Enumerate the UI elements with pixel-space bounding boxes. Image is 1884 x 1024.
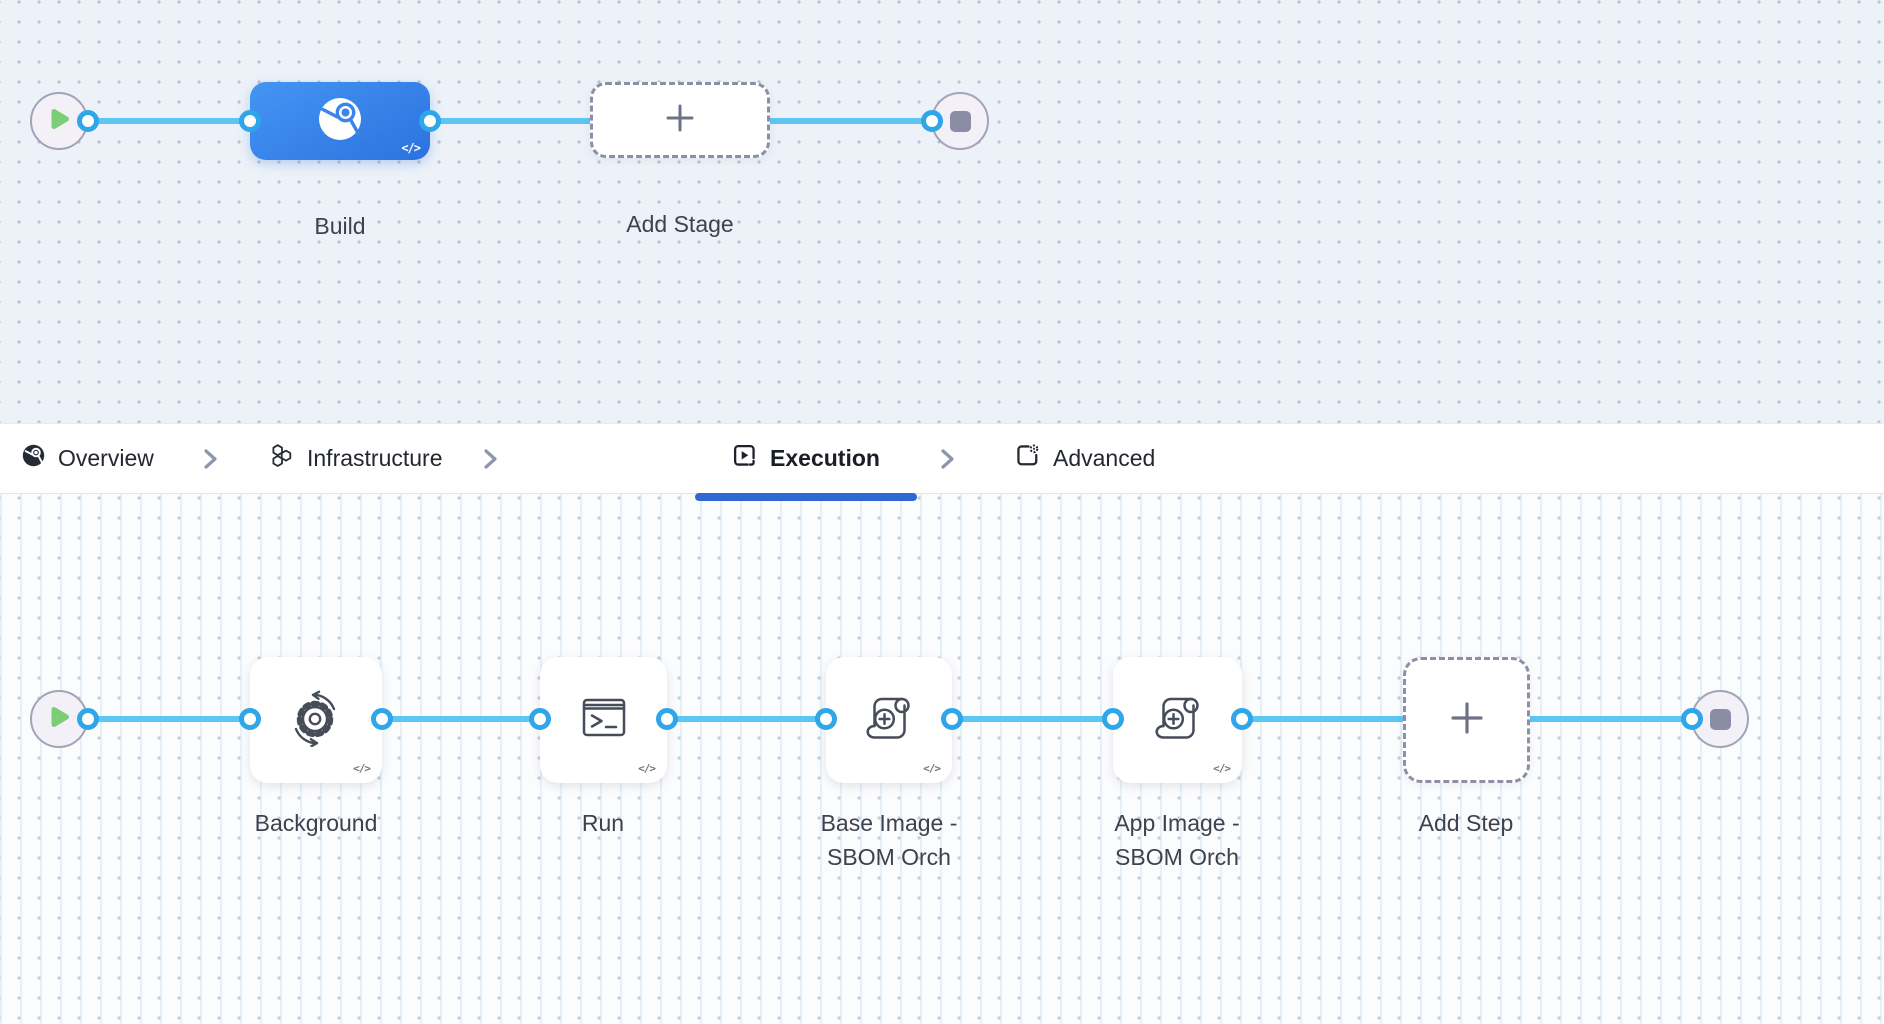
tab-overview[interactable]: Overview <box>22 424 154 493</box>
add-step-label: Add Step <box>1418 810 1514 836</box>
play-square-icon <box>732 443 757 474</box>
step-in-port[interactable] <box>1102 708 1124 730</box>
build-stage-node[interactable]: </> <box>250 82 430 160</box>
plus-icon <box>1448 699 1486 742</box>
tab-label: Infrastructure <box>307 445 443 471</box>
tab-label: Advanced <box>1053 445 1156 471</box>
ci-build-icon <box>315 94 365 149</box>
step-node-base-image-sbom[interactable]: </> <box>826 657 952 783</box>
tab-advanced[interactable]: Advanced <box>1015 424 1155 493</box>
plus-icon <box>664 102 696 139</box>
step-node-background[interactable]: </> <box>250 657 382 783</box>
chevron-right-icon <box>940 424 956 493</box>
stop-icon <box>1709 708 1731 730</box>
active-tab-underline <box>695 493 917 501</box>
step-out-port[interactable] <box>371 708 393 730</box>
tab-label: Overview <box>58 445 154 471</box>
tab-execution[interactable]: Execution <box>695 424 917 501</box>
step-label-run: Run <box>581 810 625 836</box>
stage-config-tab-bar: Overview Infrastructure Execution Advanc… <box>0 423 1884 501</box>
play-icon <box>46 106 72 137</box>
build-in-port[interactable] <box>239 110 261 132</box>
code-icon[interactable]: </> <box>353 762 371 775</box>
add-stage-label: Add Stage <box>626 211 734 237</box>
stage-pipeline-canvas[interactable]: </> Build Add Stage <box>0 0 1884 423</box>
step-node-app-image-sbom[interactable]: </> <box>1113 657 1242 783</box>
step-out-port[interactable] <box>656 708 678 730</box>
step-in-port[interactable] <box>239 708 261 730</box>
hexagons-icon <box>269 443 294 474</box>
code-icon[interactable]: </> <box>923 762 941 775</box>
stage-edge <box>88 118 932 124</box>
step-label-app-image-sbom: App Image - SBOM Orch <box>1114 810 1240 870</box>
step-in-port[interactable] <box>815 708 837 730</box>
code-icon[interactable]: </> <box>401 141 421 155</box>
terminal-icon <box>577 691 631 750</box>
code-icon[interactable]: </> <box>638 762 656 775</box>
tab-label: Execution <box>770 445 880 471</box>
step-in-port[interactable] <box>529 708 551 730</box>
build-out-port[interactable] <box>419 110 441 132</box>
stop-icon <box>949 110 971 132</box>
step-out-port[interactable] <box>1231 708 1253 730</box>
step-node-run[interactable]: </> <box>540 657 667 783</box>
add-step-button[interactable] <box>1403 657 1530 783</box>
start-out-port[interactable] <box>77 110 99 132</box>
chevron-right-icon <box>203 424 219 493</box>
execution-steps-canvas[interactable]: </> </> </> </> Background Run Base Imag… <box>0 494 1884 1024</box>
tab-infrastructure[interactable]: Infrastructure <box>269 424 443 493</box>
step-out-port[interactable] <box>941 708 963 730</box>
play-icon <box>46 704 72 735</box>
scroll-plus-icon <box>1150 690 1206 751</box>
code-icon[interactable]: </> <box>1213 762 1231 775</box>
build-stage-label: Build <box>314 213 366 239</box>
start-out-port[interactable] <box>77 708 99 730</box>
chevron-right-icon <box>483 424 499 493</box>
step-label-background: Background <box>254 810 378 836</box>
scroll-plus-icon <box>861 690 917 751</box>
ci-overview-icon <box>22 444 45 473</box>
square-gear-icon <box>1015 443 1040 474</box>
stage-end-in-port[interactable] <box>921 110 943 132</box>
step-label-base-image-sbom: Base Image - SBOM Orch <box>820 810 958 870</box>
execution-end-in-port[interactable] <box>1681 708 1703 730</box>
add-stage-button[interactable] <box>590 82 770 158</box>
sync-gear-icon <box>287 689 345 752</box>
